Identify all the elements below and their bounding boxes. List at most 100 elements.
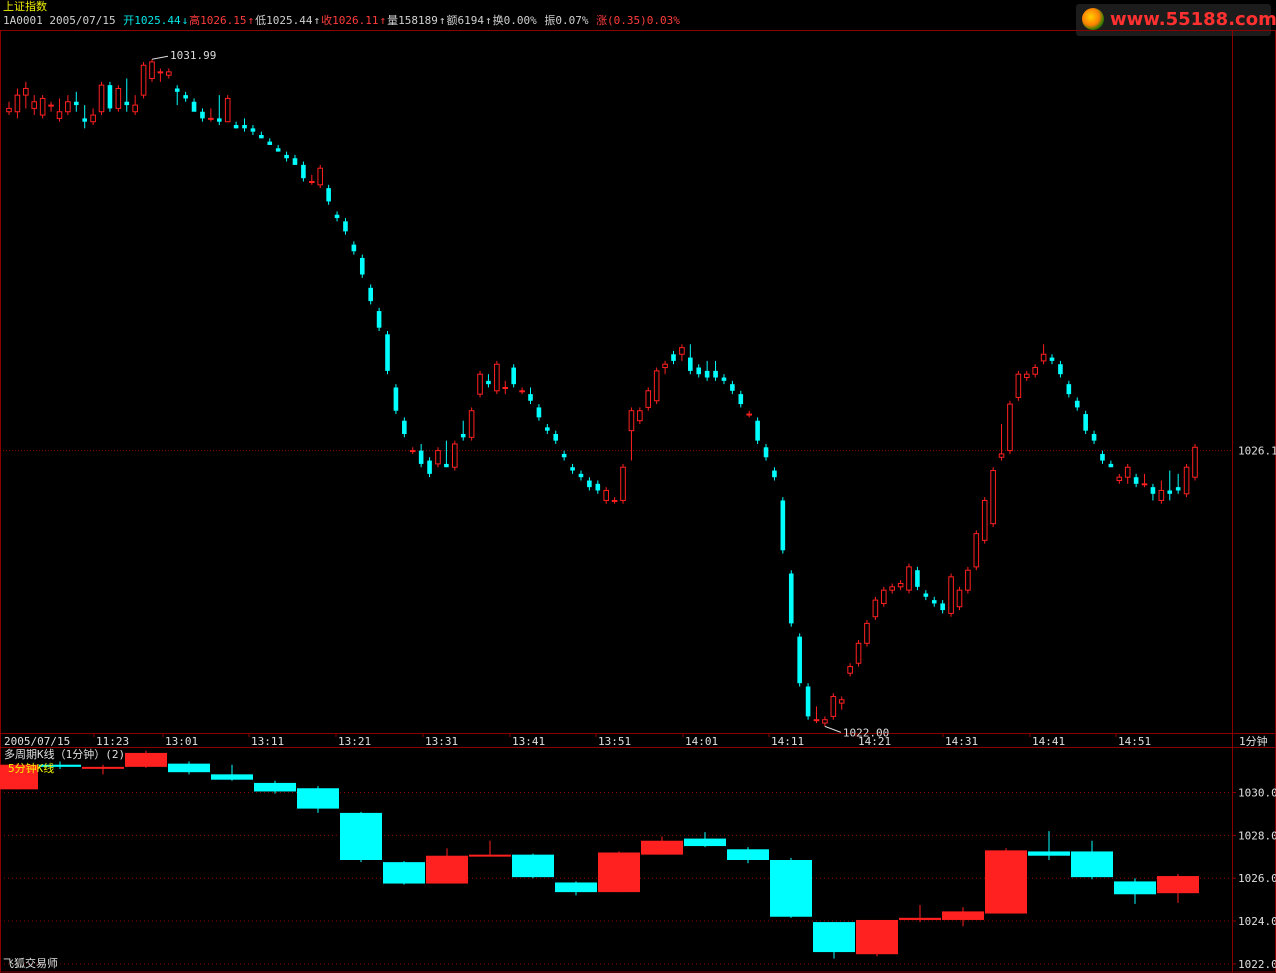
candle-body-up — [1023, 373, 1030, 379]
candle-body-down — [587, 480, 592, 488]
candle-body-up — [822, 719, 828, 724]
sub-axis-label: 1026.0 — [1238, 872, 1276, 885]
period-label: 1分钟 — [1239, 734, 1268, 748]
candle-body-up — [889, 586, 895, 591]
candle-body-down — [671, 354, 676, 361]
candle-body-down — [1108, 463, 1114, 468]
candle-body-down — [931, 600, 937, 604]
time-axis-label: 14:41 — [1032, 735, 1065, 748]
candle-body-down — [418, 450, 424, 464]
candle-body-down — [216, 118, 222, 122]
app-name-label: 飞狐交易师 — [3, 956, 58, 970]
sub-chart-subtitle: 5分钟K线 — [8, 761, 54, 775]
candle-body-up — [56, 111, 63, 119]
time-axis-label: 14:01 — [685, 735, 718, 748]
candle-body-down — [259, 134, 264, 139]
candle-body-up — [23, 87, 29, 96]
candle-body-up — [864, 622, 870, 644]
candle-body-down — [915, 570, 920, 587]
candle-body-down — [124, 101, 130, 106]
chart-window: 上证指数 1A0001 2005/07/15 开1025.44 ↓ 高1026.15 ↑… — [0, 0, 1276, 973]
max-pointer — [151, 55, 169, 60]
candle-body-up — [1124, 466, 1131, 478]
outer-frame — [0, 30, 1276, 973]
candle-body-up — [653, 370, 660, 402]
sub-candle-body-down — [684, 838, 726, 847]
sub-axis-label: 1030.0 — [1238, 787, 1276, 800]
sub-candle-body-up — [942, 911, 984, 920]
candle-body-up — [872, 599, 879, 618]
candle-body-down — [1100, 453, 1105, 461]
candle-body-up — [65, 101, 71, 113]
sub-candle-body-down — [727, 849, 769, 860]
candle-body-down — [334, 214, 340, 219]
sub-candle-body-up — [1157, 876, 1199, 894]
time-axis-label: 11:23 — [96, 735, 129, 748]
candle-body-up — [1192, 446, 1198, 478]
candle-body-down — [940, 603, 945, 611]
time-axis-label: 13:01 — [165, 735, 198, 748]
candle-body-down — [301, 164, 306, 179]
max-price-label: 1031.99 — [170, 49, 216, 62]
candle-body-up — [1040, 353, 1047, 362]
candle-body-up — [115, 87, 122, 109]
candle-body-up — [981, 499, 988, 541]
sub-axis-label: 1022.0 — [1238, 958, 1276, 971]
candle-body-up — [48, 104, 54, 107]
candle-body-up — [477, 373, 483, 395]
candle-body-down — [267, 141, 273, 145]
candle-body-up — [603, 489, 610, 501]
candle-body-down — [545, 427, 550, 431]
candle-body-up — [998, 453, 1005, 458]
candle-body-up — [956, 589, 963, 608]
sub-candle-body-down — [383, 862, 425, 884]
candle-body-up — [90, 114, 96, 123]
kline-svg[interactable]: 1031.991022.001026.12005/07/15 11:23 13:01… — [0, 0, 1276, 973]
candle-body-down — [1066, 384, 1072, 395]
candle-body-up — [880, 589, 887, 604]
candle-body-down — [292, 158, 298, 165]
candle-body-down — [570, 467, 575, 471]
candle-body-down — [73, 101, 79, 106]
time-axis-label: 14:51 — [1118, 735, 1151, 748]
candle-body-down — [1150, 487, 1156, 494]
candle-body-down — [696, 367, 702, 375]
sub-candle-body-down — [168, 763, 210, 773]
time-axis-label: 13:11 — [251, 735, 284, 748]
candle-body-down — [1049, 357, 1055, 361]
candle-body-down — [385, 334, 390, 371]
sub-axis-label: 1028.0 — [1238, 829, 1276, 842]
candle-body-down — [427, 460, 432, 474]
candle-body-up — [813, 719, 820, 722]
candle-body-down — [923, 593, 929, 597]
sub-candle-body-down — [1028, 851, 1070, 856]
time-axis-label: 13:21 — [338, 735, 371, 748]
candle-body-down — [275, 148, 281, 152]
candle-body-up — [6, 107, 12, 113]
candle-body-up — [519, 390, 525, 393]
candle-body-up — [14, 94, 21, 113]
candle-body-up — [132, 104, 138, 113]
candle-body-down — [191, 101, 197, 112]
candle-body-down — [1133, 477, 1139, 484]
candle-body-up — [948, 576, 954, 614]
candle-body-down — [805, 686, 811, 717]
time-axis-label: 13:41 — [512, 735, 545, 748]
time-axis-label: 13:51 — [598, 735, 631, 748]
min-pointer — [824, 725, 842, 733]
candle-body-down — [82, 118, 88, 122]
candle-body-down — [368, 287, 373, 302]
candle-body-up — [990, 470, 996, 525]
time-axis-label: 2005/07/15 — [4, 735, 70, 748]
sub-candle-body-up — [82, 766, 124, 769]
sub-candle-body-down — [813, 922, 855, 953]
candle-body-up — [1158, 489, 1165, 501]
candle-body-up — [309, 181, 315, 184]
candle-body-down — [326, 188, 331, 202]
sub-candle-body-up — [641, 840, 683, 855]
candle-body-up — [1116, 476, 1123, 482]
candle-body-down — [578, 473, 584, 478]
candle-body-up — [628, 410, 635, 432]
candle-body-up — [208, 117, 214, 120]
candle-body-down — [755, 420, 760, 441]
